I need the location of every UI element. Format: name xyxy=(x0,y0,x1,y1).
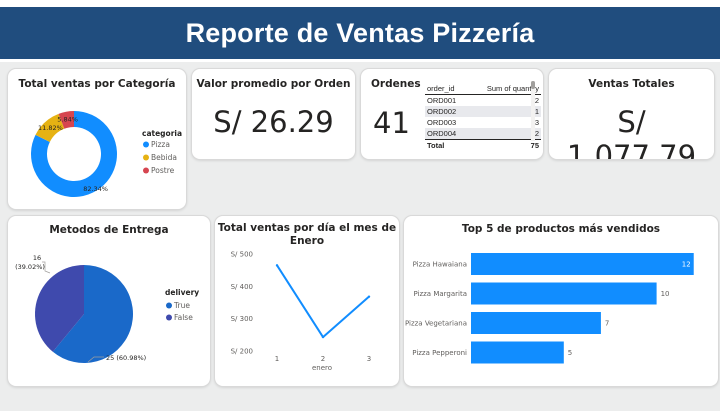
delivery-card[interactable]: Metodos de Entrega 25 (60.98%) 16 (39.02%)… xyxy=(8,216,210,386)
donut-data-label: 5.84% xyxy=(57,116,78,124)
order-id-cell: ORD002 xyxy=(425,106,469,117)
table-row[interactable]: ORD001 2 xyxy=(425,95,541,107)
x-tick-label: 3 xyxy=(367,355,371,363)
orders-card[interactable]: Ordenes 41 order_id Sum of quantity ORD0… xyxy=(361,69,543,159)
table-row[interactable]: ORD004 2 xyxy=(425,128,541,140)
order-id-cell: ORD003 xyxy=(427,118,457,127)
daily-line-chart: S/ 200 S/ 300 S/ 400 S/ 500 1 2 3 enero xyxy=(231,251,372,373)
avg-order-value: S/ 26.29 xyxy=(213,105,334,139)
donut-data-label: 82.34% xyxy=(83,185,108,193)
bar-category-label: Pizza Pepperoni xyxy=(412,349,467,357)
line-point[interactable] xyxy=(367,295,371,298)
legend-marker xyxy=(143,167,149,174)
total-sales-title: Ventas Totales xyxy=(588,78,675,90)
bar-category-label: Pizza Vegetariana xyxy=(405,320,467,328)
report-title: Reporte de Ventas Pizzería xyxy=(185,17,535,48)
table-row[interactable]: ORD002 1 xyxy=(425,106,541,117)
x-tick-label: 1 xyxy=(275,355,279,363)
bar-category-label: Pizza Margarita xyxy=(413,290,467,298)
x-axis-title: enero xyxy=(312,364,332,372)
bar-pizza-margarita[interactable] xyxy=(471,282,657,305)
bar-pizza-hawaiana[interactable] xyxy=(471,253,694,275)
total-sales-value: S/ 1,077.79 xyxy=(566,105,697,159)
avg-order-card[interactable]: Valor promedio por Orden S/ 26.29 xyxy=(192,69,355,159)
pie-data-label-true: 25 (60.98%) xyxy=(106,354,146,362)
legend-marker xyxy=(143,154,149,161)
top-products-bar-chart: Pizza Hawaiana Pizza Margarita Pizza Veget… xyxy=(405,253,694,364)
legend-marker xyxy=(166,314,172,321)
legend-item-pizza[interactable]: Pizza xyxy=(151,140,170,149)
bar-pizza-vegetariana[interactable] xyxy=(471,312,601,334)
line-series-ventas[interactable] xyxy=(276,264,370,339)
legend-item-bebida[interactable]: Bebida xyxy=(151,153,177,162)
orders-title: Ordenes xyxy=(371,78,421,90)
table-scrollbar[interactable] xyxy=(531,81,535,141)
total-sales-card[interactable]: Ventas Totales S/ 1,077.79 xyxy=(549,69,714,159)
pie-data-label-false-pct: (39.02%) xyxy=(15,263,45,271)
legend-item-true[interactable]: True xyxy=(173,301,190,310)
total-value: 75 xyxy=(468,139,541,151)
orders-table[interactable]: order_id Sum of quantity ORD001 2 ORD002 1… xyxy=(425,83,541,151)
avg-order-title: Valor promedio por Orden xyxy=(196,78,351,90)
legend-item-false[interactable]: False xyxy=(174,313,193,322)
header-banner: Reporte de Ventas Pizzería xyxy=(0,7,720,59)
bar-data-label: 12 xyxy=(682,261,691,269)
bar-data-label: 10 xyxy=(661,290,670,298)
top-products-card[interactable]: Top 5 de productos más vendidos Pizza Ha… xyxy=(404,216,718,386)
table-row[interactable]: ORD003 3 xyxy=(425,117,541,128)
donut-data-label: 11.82% xyxy=(38,124,63,132)
scrollbar-thumb[interactable] xyxy=(531,81,535,89)
orders-table-header: order_id Sum of quantity xyxy=(425,83,541,95)
category-legend-title: categoria xyxy=(142,129,182,138)
delivery-legend-title: delivery xyxy=(165,288,199,297)
legend-marker xyxy=(143,141,149,148)
category-sales-card[interactable]: Total ventas por Categoría 82.34% 11.82% 5… xyxy=(8,69,186,209)
legend-item-postre[interactable]: Postre xyxy=(151,166,175,175)
order-id-cell: ORD004 xyxy=(425,128,469,140)
col-order-id[interactable]: order_id xyxy=(425,83,469,95)
category-donut-chart: 82.34% 11.82%5.84% categoria Pizza Bebida P… xyxy=(31,111,182,197)
bar-data-label: 5 xyxy=(568,349,572,357)
line-point[interactable] xyxy=(321,335,325,339)
bar-data-label: 7 xyxy=(605,320,609,328)
y-tick-label: S/ 300 xyxy=(231,315,253,323)
table-total-row: Total 75 xyxy=(425,139,541,151)
daily-sales-card[interactable]: Total ventas por día el mes de Enero S/ … xyxy=(215,216,399,386)
legend-marker xyxy=(166,302,172,309)
bar-pizza-pepperoni[interactable] xyxy=(471,341,564,364)
orders-value: 41 xyxy=(373,106,410,140)
bar-category-label: Pizza Hawaiana xyxy=(413,261,467,269)
y-tick-label: S/ 500 xyxy=(231,251,253,259)
order-id-cell: ORD001 xyxy=(427,96,457,105)
line-point[interactable] xyxy=(275,264,279,267)
report-header: Reporte de Ventas Pizzería xyxy=(0,0,720,62)
delivery-pie-chart: 25 (60.98%) 16(39.02%) delivery True False xyxy=(15,254,199,363)
total-label: Total xyxy=(425,139,469,151)
y-tick-label: S/ 400 xyxy=(231,283,253,291)
pie-data-label-false-count: 16 xyxy=(33,254,41,262)
x-tick-label: 2 xyxy=(321,355,325,363)
y-tick-label: S/ 200 xyxy=(231,348,253,356)
